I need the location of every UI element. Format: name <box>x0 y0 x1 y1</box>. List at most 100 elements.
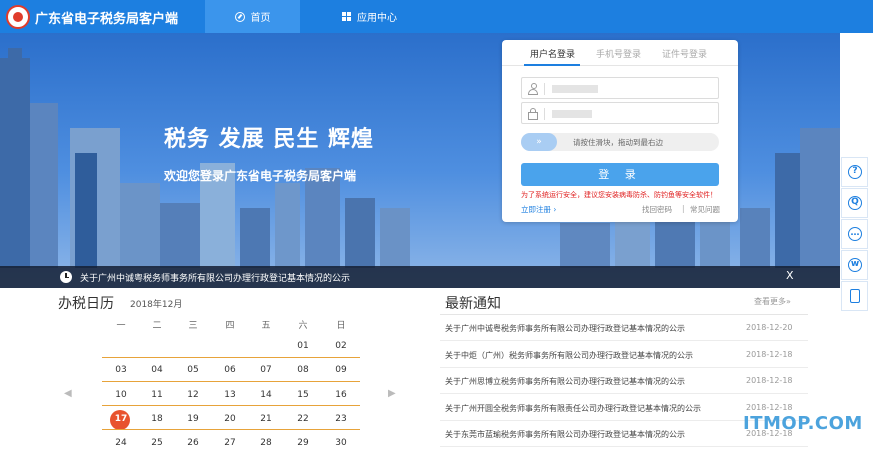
password-masked-value <box>552 110 592 118</box>
calendar-day[interactable]: 03 <box>110 365 132 375</box>
calendar-day[interactable]: 18 <box>146 414 168 424</box>
calendar-day[interactable]: 19 <box>182 414 204 424</box>
news-item[interactable]: 关于广州中诚粤税务师事务所有限公司办理行政登记基本情况的公示 2018-12-20 <box>440 315 808 341</box>
calendar-day[interactable]: 28 <box>255 438 277 448</box>
link-separator: | <box>682 204 685 213</box>
banner-slogan: 税务 发展 民生 辉煌 <box>164 127 374 152</box>
calendar-weekday: 四 <box>225 321 235 331</box>
news-item[interactable]: 关于广州思博立税务师事务所有限公司办理行政登记基本情况的公示 2018-12-18 <box>440 368 808 394</box>
calendar-day[interactable]: 15 <box>292 390 314 400</box>
news-item-date: 2018-12-18 <box>746 402 793 412</box>
calendar-day[interactable]: 27 <box>219 438 241 448</box>
calendar-day[interactable]: 22 <box>292 414 314 424</box>
user-icon <box>528 83 538 95</box>
news-item-title[interactable]: 关于广州思博立税务师事务所有限公司办理行政登记基本情况的公示 <box>445 376 685 387</box>
news-item-title[interactable]: 关于广州中诚粤税务师事务所有限公司办理行政登记基本情况的公示 <box>445 323 685 334</box>
chat-button[interactable]: … <box>841 219 868 249</box>
captcha-slider[interactable]: » 请按住滑块，拖动到最右边 <box>521 133 719 151</box>
login-button[interactable]: 登 录 <box>521 163 719 186</box>
calendar-day[interactable]: 13 <box>219 390 241 400</box>
nav-home-label: 首页 <box>250 13 271 24</box>
news-item-title[interactable]: 关于中炬（广州）税务师事务所有限公司办理行政登记基本情况的公示 <box>445 350 693 361</box>
calendar-day[interactable]: 01 <box>292 341 314 351</box>
faq-link[interactable]: 常见问题 <box>690 204 720 215</box>
calendar-day[interactable]: 05 <box>182 365 204 375</box>
slider-handle[interactable]: » <box>521 133 557 151</box>
app-title: 广东省电子税务局客户端 <box>35 12 179 27</box>
calendar-day[interactable]: 09 <box>330 365 352 375</box>
calendar-day[interactable]: 24 <box>110 438 132 448</box>
calendar-day[interactable]: 16 <box>330 390 352 400</box>
calendar-weekday: 二 <box>152 321 162 331</box>
calendar-day[interactable]: 20 <box>219 414 241 424</box>
news-item-title[interactable]: 关于东莞市蓝瑜税务师事务所有限公司办理行政登记基本情况的公示 <box>445 429 685 440</box>
calendar-day[interactable]: 30 <box>330 438 352 448</box>
notice-ticker: 关于广州中诚粤税务师事务所有限公司办理行政登记基本情况的公示 X <box>0 266 840 288</box>
calendar-day[interactable]: 12 <box>182 390 204 400</box>
calendar-weekday: 一 <box>116 321 126 331</box>
site-watermark: ITMOP.COM <box>743 413 863 434</box>
calendar-day[interactable]: 04 <box>146 365 168 375</box>
nav-apps-label: 应用中心 <box>357 13 397 24</box>
register-link[interactable]: 立即注册 › <box>521 204 556 215</box>
week-divider <box>102 429 360 430</box>
clock-icon <box>60 271 72 283</box>
nav-app-center-tab[interactable]: 应用中心 <box>322 0 417 33</box>
calendar-weekday: 三 <box>188 321 198 331</box>
username-masked-value <box>552 85 598 93</box>
help-button[interactable]: ? <box>841 157 868 187</box>
news-item-date: 2018-12-20 <box>746 323 793 332</box>
calendar-day[interactable]: 06 <box>219 365 241 375</box>
calendar-day[interactable]: 25 <box>146 438 168 448</box>
username-input[interactable] <box>521 77 719 99</box>
calendar-day[interactable]: 10 <box>110 390 132 400</box>
calendar-day[interactable]: 02 <box>330 341 352 351</box>
news-more-link[interactable]: 查看更多» <box>754 296 791 307</box>
calendar-day[interactable]: 08 <box>292 365 314 375</box>
app-window: 广东省电子税务局客户端 首页 应用中心 税务 发展 民生 辉煌 欢迎您登录广东省… <box>0 0 873 449</box>
news-item-date: 2018-12-18 <box>746 376 793 385</box>
calendar-day[interactable]: 17 <box>110 414 132 424</box>
calendar-month: 2018年12月 <box>130 300 183 310</box>
nav-home-tab[interactable]: 首页 <box>205 0 300 33</box>
mobile-button[interactable] <box>841 281 868 311</box>
slider-hint: 请按住滑块，拖动到最右边 <box>573 138 663 147</box>
weibo-icon: w <box>848 258 862 272</box>
forgot-password-link[interactable]: 找回密码 <box>642 204 672 215</box>
calendar-day[interactable]: 21 <box>255 414 277 424</box>
calendar-prev-arrow-icon[interactable]: ◀ <box>64 388 72 399</box>
active-tab-indicator <box>524 64 580 66</box>
calendar-day[interactable]: 29 <box>292 438 314 448</box>
week-divider <box>102 381 360 382</box>
calendar-day[interactable]: 07 <box>255 365 277 375</box>
security-warning: 为了系统运行安全，建议您安装病毒防杀、防钓鱼等安全软件！ <box>521 191 717 199</box>
chat-icon: … <box>848 227 862 241</box>
search-button[interactable]: Q <box>841 188 868 218</box>
calendar-next-arrow-icon[interactable]: ▶ <box>388 388 396 399</box>
news-item-date: 2018-12-18 <box>746 349 793 359</box>
calendar-weekday: 六 <box>298 321 308 331</box>
password-input[interactable] <box>521 102 719 124</box>
tab-phone-login[interactable]: 手机号登录 <box>596 47 641 60</box>
week-divider <box>102 357 360 358</box>
notice-close-button[interactable]: X <box>786 269 794 282</box>
search-icon: Q <box>848 196 862 210</box>
news-item[interactable]: 关于中炬（广州）税务师事务所有限公司办理行政登记基本情况的公示 2018-12-1… <box>440 342 808 368</box>
week-divider <box>102 405 360 406</box>
tab-username-login[interactable]: 用户名登录 <box>530 47 575 60</box>
banner-welcome-text: 欢迎您登录广东省电子税务局客户端 <box>164 169 357 183</box>
login-tabs: 用户名登录 手机号登录 证件号登录 <box>502 40 738 66</box>
news-item-title[interactable]: 关于广州开圆全税务师事务所有限责任公司办理行政登记基本情况的公示 <box>445 403 701 414</box>
lock-icon <box>528 108 538 120</box>
calendar-day[interactable]: 11 <box>146 390 168 400</box>
calendar-day[interactable]: 23 <box>330 414 352 424</box>
notice-ticker-link[interactable]: 关于广州中诚粤税务师事务所有限公司办理行政登记基本情况的公示 <box>80 271 350 284</box>
tab-id-login[interactable]: 证件号登录 <box>662 47 707 60</box>
calendar-weekday: 五 <box>261 321 271 331</box>
top-nav-bar: 广东省电子税务局客户端 首页 应用中心 <box>0 0 873 33</box>
right-side-rail: ? Q … w <box>841 157 868 312</box>
phone-icon <box>850 289 860 303</box>
weibo-button[interactable]: w <box>841 250 868 280</box>
calendar-day[interactable]: 14 <box>255 390 277 400</box>
calendar-day[interactable]: 26 <box>182 438 204 448</box>
